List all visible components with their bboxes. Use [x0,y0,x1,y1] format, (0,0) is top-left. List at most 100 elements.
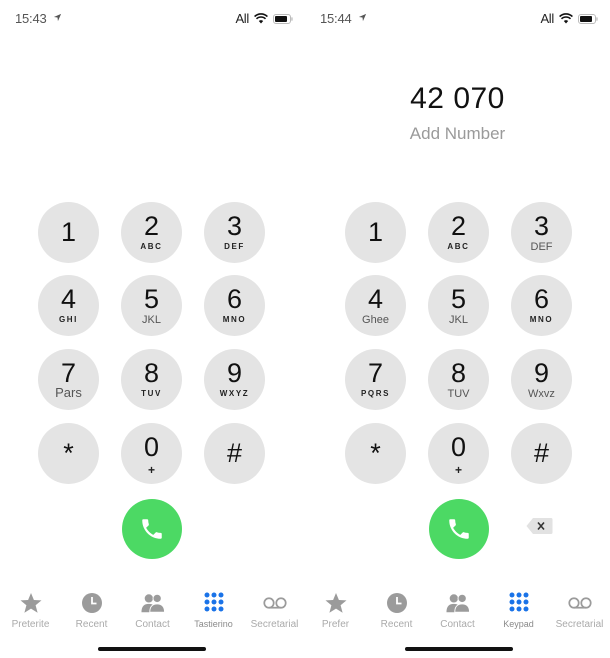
call-button[interactable] [429,499,489,559]
tab-label: Recent [380,619,413,630]
battery-icon [578,13,598,24]
call-button[interactable] [122,499,182,559]
key-letters: Pars [55,385,82,400]
key-digit: 9 [226,358,243,388]
key-letters: WXYZ [219,389,250,398]
key-9[interactable]: 9 WXYZ [204,349,265,410]
status-bar: 15:44 All [305,10,610,28]
key-star[interactable]: * [38,423,99,484]
tab-label: Tastierino [194,619,233,629]
contacts-icon [445,593,470,613]
key-1[interactable]: 1 [38,202,99,263]
phone-icon [142,519,162,539]
key-2[interactable]: 2 ABC [428,202,489,263]
key-digit: 1 [367,217,384,247]
tab-recents[interactable]: Recent [366,592,427,632]
key-hash[interactable]: # [511,423,572,484]
key-3[interactable]: 3 DEF [511,202,572,263]
key-letters: JKL [142,314,161,326]
carrier-label: All [540,11,554,26]
key-8[interactable]: 8 TUV [121,349,182,410]
tab-contacts[interactable]: Contact [122,592,183,632]
key-letters: PQRS [360,389,391,398]
status-time: 15:44 [320,11,352,26]
key-digit: 9 [533,358,550,388]
key-digit: 8 [143,358,160,388]
tab-favorites[interactable]: Preterite [0,592,61,632]
carrier-label: All [235,11,249,26]
location-arrow-icon [358,13,367,22]
status-time: 15:43 [15,11,47,26]
key-digit: # [226,438,243,468]
key-3[interactable]: 3 DEF [204,202,265,263]
key-6[interactable]: 6 MNO [204,275,265,336]
key-digit: * [63,438,74,468]
tab-contacts[interactable]: Contact [427,592,488,632]
key-digit: 6 [533,284,550,314]
tab-label: Recent [75,619,108,630]
wifi-icon [559,13,573,24]
voicemail-icon [262,597,287,609]
tab-voicemail[interactable]: Secretarial [244,592,305,632]
backspace-icon[interactable] [526,517,553,535]
key-digit: 7 [60,358,77,388]
tab-keypad[interactable]: Tastierino [183,592,244,632]
key-4[interactable]: 4 Ghee [345,275,406,336]
key-digit: 3 [533,211,550,241]
key-digit: 4 [367,284,384,314]
key-letters: JKL [449,314,468,326]
key-letters: TUV [141,389,162,398]
key-5[interactable]: 5 JKL [428,275,489,336]
key-digit: 5 [143,284,160,314]
tab-label: Secretarial [250,619,299,630]
key-digit: 5 [450,284,467,314]
key-0[interactable]: 0 + [428,423,489,484]
key-hash[interactable]: # [204,423,265,484]
key-letters: MNO [222,315,247,324]
keypad-icon [204,592,223,612]
key-letters: DEF [224,242,245,251]
add-number-link[interactable]: Add Number [305,124,610,144]
key-9[interactable]: 9 Wxvz [511,349,572,410]
phone-icon [449,519,469,539]
contacts-icon [140,593,165,613]
key-digit: 2 [450,211,467,241]
battery-icon [273,13,293,24]
home-indicator[interactable] [405,647,513,651]
tab-keypad[interactable]: Keypad [488,592,549,632]
key-digit: # [533,438,550,468]
key-8[interactable]: 8 TUV [428,349,489,410]
key-digit: 0 [143,432,160,462]
tab-label: Secretarial [555,619,604,630]
key-6[interactable]: 6 MNO [511,275,572,336]
star-icon [325,593,346,613]
tab-label: Contact [440,619,475,630]
status-bar: 15:43 All [0,10,305,28]
key-7[interactable]: 7 Pars [38,349,99,410]
home-indicator[interactable] [98,647,206,651]
key-digit: 7 [367,358,384,388]
tab-label: Keypad [503,619,534,629]
key-star[interactable]: * [345,423,406,484]
key-4[interactable]: 4 GHI [38,275,99,336]
key-digit: 3 [226,211,243,241]
key-0[interactable]: 0 + [121,423,182,484]
tab-favorites[interactable]: Prefer [305,592,366,632]
key-letters: DEF [530,241,553,253]
key-digit: 6 [226,284,243,314]
key-1[interactable]: 1 [345,202,406,263]
key-7[interactable]: 7 PQRS [345,349,406,410]
star-icon [20,593,41,613]
wifi-icon [254,13,268,24]
clock-icon [81,593,102,613]
key-digit: * [370,438,381,468]
key-letters: Ghee [362,314,389,326]
key-5[interactable]: 5 JKL [121,275,182,336]
key-letters: GHI [58,315,79,324]
tab-recents[interactable]: Recent [61,592,122,632]
tab-voicemail[interactable]: Secretarial [549,592,610,632]
key-digit: 8 [450,358,467,388]
key-letters: ABC [447,242,470,251]
key-2[interactable]: 2 ABC [121,202,182,263]
key-digit: 2 [143,211,160,241]
